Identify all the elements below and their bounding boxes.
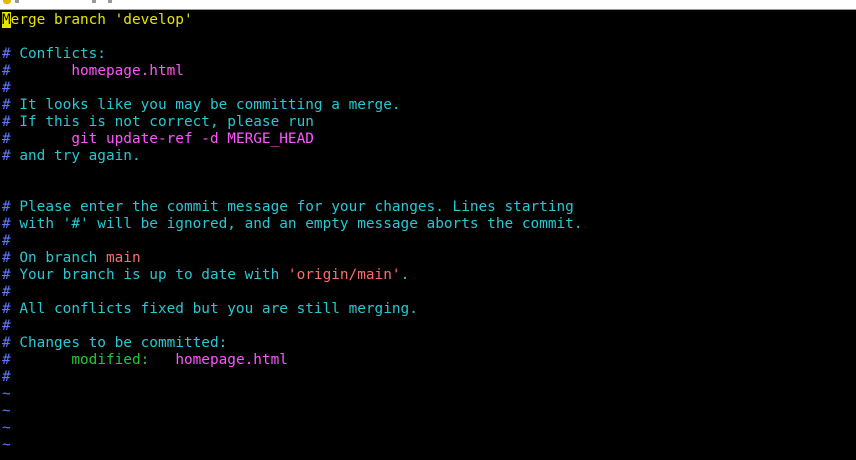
title-bar-marker — [108, 0, 112, 3]
comment-text: Please enter the commit message for your… — [10, 199, 574, 215]
empty-line-marker: ~ — [2, 437, 11, 453]
comment-hash: # — [2, 301, 11, 317]
comment-text: All conflicts fixed but you are still me… — [10, 301, 418, 317]
editor-line[interactable]: # If this is not correct, please run — [0, 114, 856, 131]
editor-line[interactable] — [0, 182, 856, 199]
remote-branch-name: 'origin/main' — [287, 267, 401, 283]
editor-line[interactable]: # — [0, 80, 856, 97]
window-title-bar — [0, 0, 856, 10]
comment-hash: # — [2, 369, 11, 385]
editor-line[interactable]: # On branch main — [0, 250, 856, 267]
comment-text: and try again. — [10, 148, 141, 164]
comment-hash: # — [2, 250, 11, 266]
comment-hash: # — [2, 148, 11, 164]
editor-line[interactable]: # It looks like you may be committing a … — [0, 97, 856, 114]
editor-line[interactable]: # modified: homepage.html — [0, 352, 856, 369]
editor-line[interactable] — [0, 29, 856, 46]
editor-line[interactable] — [0, 165, 856, 182]
comment-hash: # — [2, 114, 11, 130]
editor-line[interactable]: # Changes to be committed: — [0, 335, 856, 352]
app-icon — [3, 0, 11, 4]
editor-line[interactable]: # Your branch is up to date with 'origin… — [0, 267, 856, 284]
empty-line-marker: ~ — [2, 403, 11, 419]
comment-value: git update-ref -d MERGE_HEAD — [71, 131, 314, 147]
editor-line[interactable]: # — [0, 369, 856, 386]
comment-hash: # — [2, 267, 11, 283]
comment-text: Changes to be committed: — [10, 335, 228, 351]
editor-line[interactable]: ~ — [0, 386, 856, 403]
comment-text: with '#' will be ignored, and an empty m… — [10, 216, 583, 232]
editor-line[interactable]: # and try again. — [0, 148, 856, 165]
file-status: modified: — [71, 352, 150, 368]
text-cursor: M — [2, 12, 11, 28]
comment-text: Conflicts: — [10, 46, 106, 62]
editor-line[interactable]: ~ — [0, 403, 856, 420]
comment-hash: # — [2, 335, 11, 351]
commit-subject: erge branch 'develop' — [10, 12, 193, 28]
comment-text: It looks like you may be committing a me… — [10, 97, 401, 113]
empty-line-marker: ~ — [2, 420, 11, 436]
comment-hash: # — [2, 63, 11, 79]
editor-line[interactable]: # — [0, 318, 856, 335]
editor-line[interactable]: ~ — [0, 437, 856, 454]
editor-line[interactable]: # All conflicts fixed but you are still … — [0, 301, 856, 318]
branch-name: main — [105, 250, 141, 266]
comment-text: . — [400, 267, 410, 283]
comment-hash: # — [2, 233, 11, 249]
file-name: homepage.html — [175, 352, 288, 368]
empty-line-marker: ~ — [2, 386, 11, 402]
title-bar-marker — [15, 0, 19, 3]
comment-hash: # — [2, 318, 11, 334]
editor-line[interactable]: # Conflicts: — [0, 46, 856, 63]
comment-hash: # — [2, 199, 11, 215]
editor-line[interactable]: Merge branch 'develop' — [0, 12, 856, 29]
comment-hash: # — [2, 97, 11, 113]
comment-value: homepage.html — [71, 63, 184, 79]
editor-line[interactable]: # with '#' will be ignored, and an empty… — [0, 216, 856, 233]
editor-line[interactable]: # Please enter the commit message for yo… — [0, 199, 856, 216]
comment-hash: # — [2, 284, 11, 300]
comment-text: Your branch is up to date with — [10, 267, 288, 283]
editor-line[interactable]: ~ — [0, 420, 856, 437]
title-bar-marker — [92, 0, 96, 3]
comment-hash: # — [2, 80, 11, 96]
comment-hash: # — [2, 46, 11, 62]
editor-line[interactable]: # git update-ref -d MERGE_HEAD — [0, 131, 856, 148]
vim-editor-buffer[interactable]: Merge branch 'develop' # Conflicts: # hom… — [0, 12, 856, 460]
comment-text: If this is not correct, please run — [10, 114, 314, 130]
editor-line[interactable]: # homepage.html — [0, 63, 856, 80]
editor-line[interactable]: # — [0, 233, 856, 250]
editor-line[interactable]: # — [0, 284, 856, 301]
comment-text: On branch — [10, 250, 106, 266]
comment-hash: # — [2, 131, 11, 147]
comment-hash: # — [2, 352, 11, 368]
comment-hash: # — [2, 216, 11, 232]
